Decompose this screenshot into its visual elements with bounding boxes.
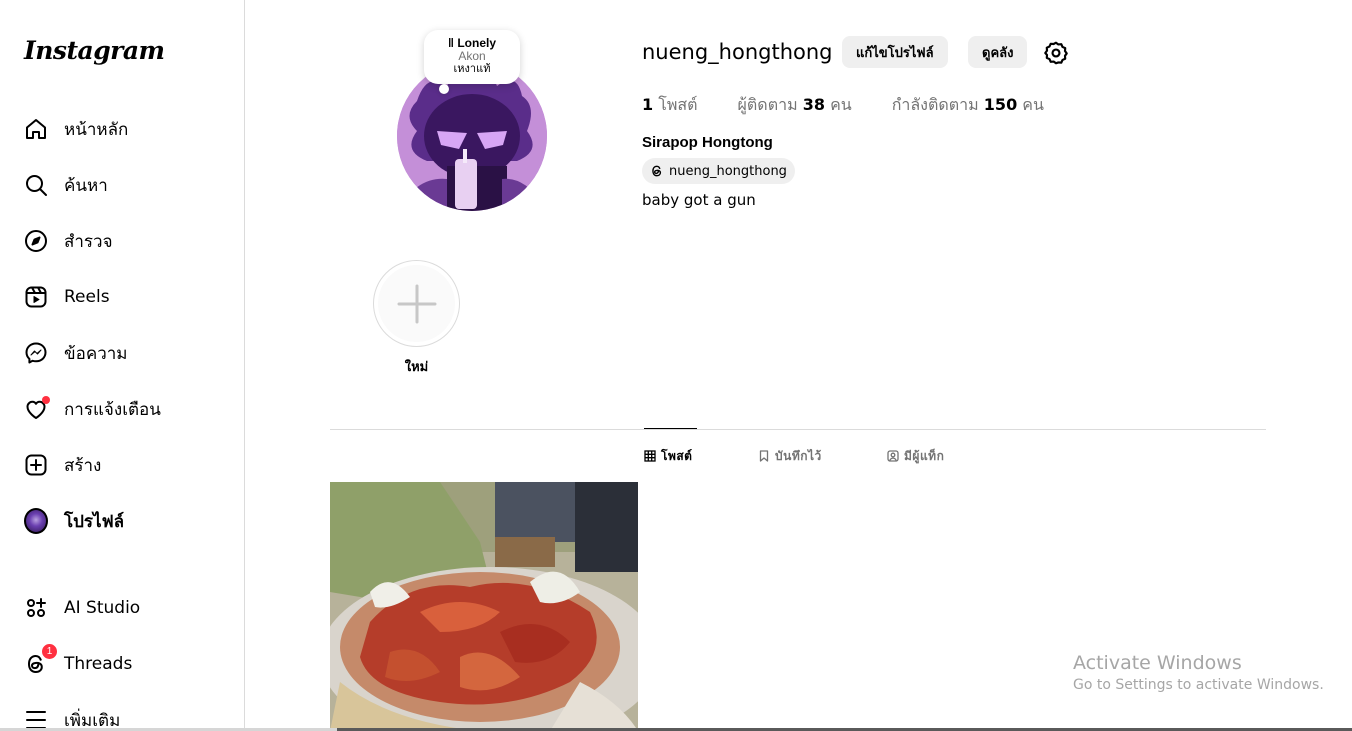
followers-link[interactable]: ผู้ติดตาม 38 คน <box>738 93 852 118</box>
threads-badge: 1 <box>41 643 58 660</box>
post-image <box>330 482 638 731</box>
posts-count-label: โพสต์ <box>658 95 698 114</box>
sidebar-item-profile[interactable]: โปรไฟล์ <box>12 497 234 545</box>
sidebar-item-label: สร้าง <box>64 455 102 476</box>
compass-icon <box>24 229 48 253</box>
post-thumbnail[interactable] <box>330 482 638 731</box>
tab-tagged[interactable]: มีผู้แท็ก <box>887 447 944 465</box>
following-count-value: 150 <box>983 95 1018 114</box>
plus-icon <box>397 284 436 323</box>
edit-profile-button[interactable]: แก้ไขโปรไฟล์ <box>842 36 948 68</box>
threads-handle: nueng_hongthong <box>669 163 787 179</box>
posts-count-value: 1 <box>642 95 654 114</box>
home-icon <box>24 117 48 141</box>
following-suffix: คน <box>1022 95 1044 114</box>
threads-icon: 1 <box>24 643 58 676</box>
sidebar-item-explore[interactable]: สำรวจ <box>12 217 234 265</box>
active-tab-indicator <box>644 428 697 429</box>
sidebar-item-messages[interactable]: ข้อความ <box>12 329 234 377</box>
sidebar-item-search[interactable]: ค้นหา <box>12 161 234 209</box>
sidebar-item-label: Threads <box>64 654 133 674</box>
music-bars-icon: ‖ <box>448 36 454 50</box>
sidebar: Instagram หน้าหลัก ค้นหา สำรวจ Reels ข้อ… <box>0 0 245 731</box>
sidebar-item-label: ข้อความ <box>64 343 128 364</box>
sidebar-item-home[interactable]: หน้าหลัก <box>12 105 234 153</box>
grid-icon <box>644 450 656 462</box>
sidebar-item-label: หน้าหลัก <box>64 119 129 140</box>
threads-handle-chip[interactable]: nueng_hongthong <box>642 158 795 184</box>
sidebar-item-label: Reels <box>64 287 110 307</box>
messenger-icon <box>24 341 48 365</box>
watermark-title: Activate Windows <box>1073 652 1242 674</box>
settings-gear-icon[interactable] <box>1043 40 1069 66</box>
heart-icon <box>24 396 50 421</box>
note-tail <box>439 84 449 94</box>
plus-square-icon <box>24 453 48 477</box>
sidebar-item-label: ค้นหา <box>64 175 108 196</box>
reels-icon <box>24 285 48 309</box>
bookmark-icon <box>759 450 769 462</box>
tabs-divider <box>330 429 1266 430</box>
ai-studio-icon <box>24 596 48 620</box>
tab-saved[interactable]: บันทึกไว้ <box>758 447 822 465</box>
new-highlight-circle <box>378 265 455 342</box>
profile-full-name: Sirapop Hongtong <box>642 134 773 151</box>
following-label: กำลังติดตาม <box>891 95 979 114</box>
sidebar-item-label: การแจ้งเตือน <box>64 399 161 420</box>
sidebar-item-label: โปรไฟล์ <box>64 511 125 532</box>
sidebar-item-notifications[interactable]: การแจ้งเตือน <box>12 385 234 433</box>
tab-label: โพสต์ <box>661 448 693 463</box>
windows-activation-watermark: Activate Windows Go to Settings to activ… <box>1073 652 1324 693</box>
following-link[interactable]: กำลังติดตาม 150 คน <box>892 93 1044 118</box>
tab-label: บันทึกไว้ <box>775 448 822 463</box>
sidebar-item-threads[interactable]: 1 Threads <box>12 640 234 688</box>
tab-posts[interactable]: โพสต์ <box>644 447 692 465</box>
posts-count: 1 โพสต์ <box>642 93 698 118</box>
sidebar-item-label: AI Studio <box>64 598 141 618</box>
followers-label: ผู้ติดตาม <box>737 95 798 114</box>
new-highlight-button[interactable] <box>373 260 460 347</box>
threads-logo-icon <box>652 165 662 177</box>
sidebar-item-create[interactable]: สร้าง <box>12 441 234 489</box>
sidebar-item-label: สำรวจ <box>64 231 113 252</box>
view-archive-button[interactable]: ดูคลัง <box>968 36 1028 68</box>
sidebar-item-reels[interactable]: Reels <box>12 273 234 321</box>
new-highlight-label: ใหม่ <box>404 359 429 374</box>
profile-avatar-wrap <box>24 508 48 534</box>
followers-count-value: 38 <box>802 95 825 114</box>
note-artist: Akon <box>458 49 486 63</box>
search-icon <box>24 173 48 197</box>
note-song-title: Lonely <box>457 36 496 50</box>
tab-label: มีผู้แท็ก <box>904 448 945 463</box>
notification-dot <box>42 396 50 404</box>
profile-stats: 1 โพสต์ ผู้ติดตาม 38 คน กำลังติดตาม 150 … <box>642 93 1084 118</box>
followers-suffix: คน <box>830 95 852 114</box>
note-text: เหงาแท้ <box>453 63 491 75</box>
profile-username: nueng_hongthong <box>642 40 833 64</box>
sidebar-item-ai-studio[interactable]: AI Studio <box>12 584 234 632</box>
music-note-bubble[interactable]: ‖ Lonely Akon เหงาแท้ <box>424 30 520 84</box>
instagram-logo[interactable]: Instagram <box>24 36 165 65</box>
watermark-subtitle: Go to Settings to activate Windows. <box>1073 677 1324 693</box>
avatar <box>24 508 48 534</box>
tagged-icon <box>887 450 899 462</box>
profile-bio: baby got a gun <box>642 191 756 209</box>
sidebar-item-more[interactable]: เพิ่มเติม <box>12 696 234 731</box>
